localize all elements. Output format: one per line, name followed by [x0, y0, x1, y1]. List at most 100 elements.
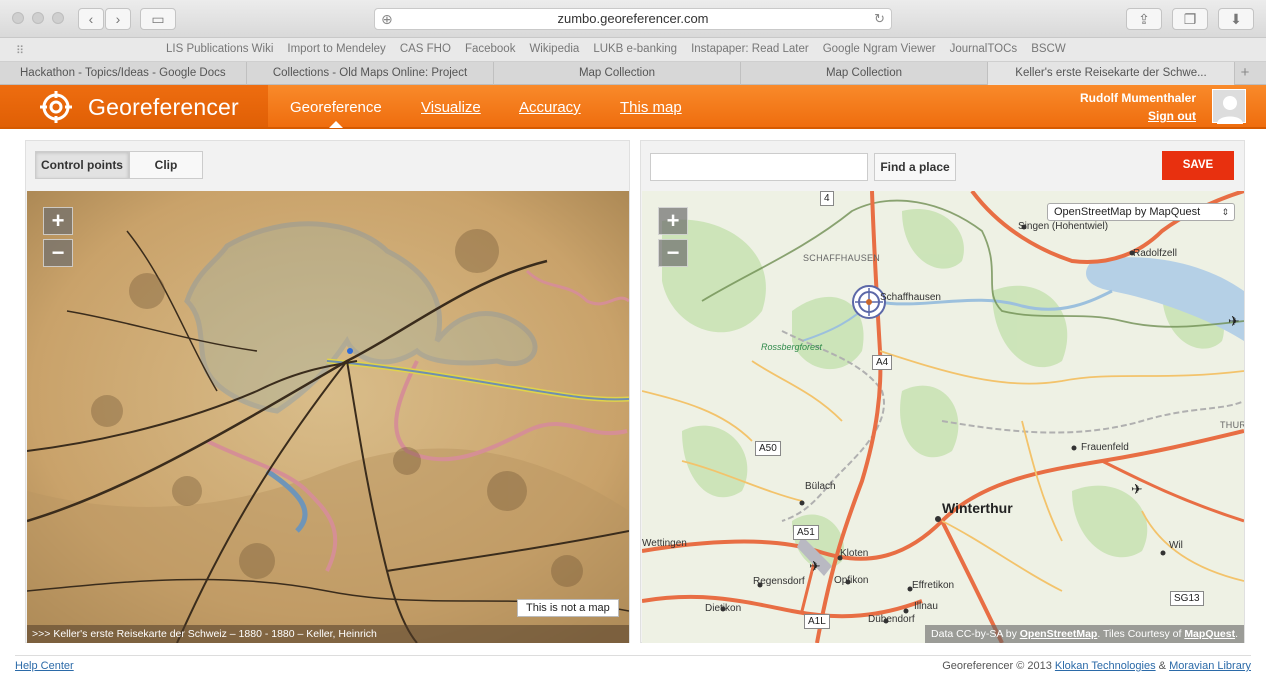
airport-icon: ✈: [809, 558, 821, 574]
tab-keller-map[interactable]: Keller's erste Reisekarte der Schwe...: [988, 62, 1235, 85]
not-a-map-button[interactable]: This is not a map: [517, 599, 619, 617]
browser-tabs: Hackathon - Topics/Ideas - Google Docs C…: [0, 62, 1266, 85]
label-dubendorf: Dübendorf: [868, 614, 915, 625]
bookmark-item[interactable]: Import to Mendeley: [287, 43, 385, 55]
label-schaffhausen-region: SCHAFFHAUSEN: [803, 253, 881, 263]
label-thur: THUR: [1220, 420, 1244, 430]
layer-select-value: OpenStreetMap by MapQuest: [1054, 206, 1201, 218]
save-button[interactable]: SAVE: [1162, 151, 1234, 180]
nav-accuracy[interactable]: Accuracy: [519, 99, 581, 116]
download-icon: ⬇: [1230, 11, 1242, 27]
app-name: Georeferencer: [88, 94, 239, 120]
url-text: zumbo.georeferencer.com: [557, 11, 709, 26]
road-shield-4: 4: [820, 191, 834, 206]
label-radolfzell: Radolfzell: [1133, 248, 1177, 259]
old-map-panel: Control points Clip + − This is not a ma…: [25, 140, 630, 643]
tabs-overview-button[interactable]: ❐: [1172, 8, 1208, 30]
help-center-link[interactable]: Help Center: [15, 660, 74, 672]
downloads-button[interactable]: ⬇: [1218, 8, 1254, 30]
back-button[interactable]: ‹: [78, 8, 104, 30]
moravian-link[interactable]: Moravian Library: [1169, 660, 1251, 672]
nav-georeference[interactable]: Georeference: [290, 99, 382, 116]
tab-collections[interactable]: Collections - Old Maps Online: Project: [247, 62, 494, 85]
grid-icon[interactable]: ⠿: [16, 44, 24, 57]
tabs-icon: ❐: [1183, 11, 1197, 27]
bookmark-item[interactable]: Instapaper: Read Later: [691, 43, 809, 55]
sign-out-link[interactable]: Sign out: [1148, 109, 1196, 123]
label-effretikon: Effretikon: [912, 580, 955, 591]
forward-button[interactable]: ›: [105, 8, 131, 30]
label-wil: Wil: [1169, 540, 1183, 551]
osm-link[interactable]: OpenStreetMap: [1020, 628, 1098, 640]
layer-select[interactable]: OpenStreetMap by MapQuest ⇕: [1047, 203, 1235, 221]
old-map-image[interactable]: [27, 191, 629, 643]
copyright: Georeferencer © 2013 Klokan Technologies…: [942, 660, 1251, 672]
road-shield-a4: A4: [872, 355, 893, 370]
user-name: Rudolf Mumenthaler: [1080, 91, 1196, 105]
mapquest-link[interactable]: MapQuest: [1184, 628, 1235, 640]
bookmark-item[interactable]: LIS Publications Wiki: [166, 43, 273, 55]
address-bar[interactable]: ⊕ zumbo.georeferencer.com ↻: [374, 8, 892, 30]
clip-button[interactable]: Clip: [129, 151, 203, 179]
bookmark-item[interactable]: JournalTOCs: [950, 43, 1018, 55]
road-shield-sg13: SG13: [1170, 591, 1204, 606]
old-map-view[interactable]: + − This is not a map >>> Keller's erste…: [27, 191, 629, 643]
klokan-link[interactable]: Klokan Technologies: [1055, 660, 1156, 672]
label-winterthur: Winterthur: [942, 500, 1013, 516]
reference-map-zoom-in-button[interactable]: +: [658, 207, 688, 235]
chevron-left-icon: ‹: [88, 11, 94, 27]
footer: Help Center Georeferencer © 2013 Klokan …: [15, 655, 1251, 672]
minimize-window-button[interactable]: [32, 12, 44, 24]
copyright-text: Georeferencer © 2013: [942, 660, 1052, 672]
old-map-zoom-in-button[interactable]: +: [43, 207, 73, 235]
chevron-updown-icon: ⇕: [1221, 207, 1229, 217]
airport-icon: ✈: [1131, 481, 1143, 497]
reference-map-view[interactable]: SCHAFFHAUSEN Schaffhausen Singen (Hohent…: [642, 191, 1244, 643]
reference-map-attribution: Data CC-by-SA by OpenStreetMap. Tiles Co…: [925, 625, 1244, 643]
old-map-zoom-out-button[interactable]: −: [43, 239, 73, 267]
active-nav-indicator: [329, 121, 343, 128]
label-schaffhausen: Schaffhausen: [880, 292, 941, 303]
control-points-button[interactable]: Control points: [35, 151, 129, 179]
road-shield-a1l: A1L: [804, 614, 830, 629]
reference-map-zoom-out-button[interactable]: −: [658, 239, 688, 267]
nav-visualize[interactable]: Visualize: [421, 99, 481, 116]
zoom-window-button[interactable]: [52, 12, 64, 24]
reference-map-toolbar: Find a place SAVE: [641, 141, 1244, 191]
share-icon: ⇪: [1138, 11, 1150, 27]
sidebar-toggle-button[interactable]: ▭: [140, 8, 176, 30]
share-button[interactable]: ⇪: [1126, 8, 1162, 30]
ampersand: &: [1158, 660, 1167, 672]
attribution-mid: . Tiles Courtesy of: [1097, 628, 1182, 640]
bookmark-item[interactable]: CAS FHO: [400, 43, 451, 55]
find-place-button[interactable]: Find a place: [874, 153, 956, 181]
tab-map-collection-1[interactable]: Map Collection: [494, 62, 741, 85]
bookmarks-bar: ⠿ LIS Publications Wiki Import to Mendel…: [0, 38, 1266, 62]
label-opfikon: Opfikon: [834, 575, 869, 586]
tab-hackathon[interactable]: Hackathon - Topics/Ideas - Google Docs: [0, 62, 247, 85]
logo[interactable]: Georeferencer: [0, 85, 268, 127]
place-search-input[interactable]: [650, 153, 868, 181]
label-singen: Singen (Hohentwiel): [1018, 221, 1109, 232]
airport-icon: ✈: [1228, 313, 1240, 329]
add-icon[interactable]: ⊕: [381, 9, 393, 29]
nav-this-map[interactable]: This map: [620, 99, 682, 116]
label-regensdorf: Regensdorf: [753, 576, 805, 587]
new-tab-icon[interactable]: +: [1235, 62, 1255, 84]
road-shield-a51: A51: [793, 525, 819, 540]
reload-icon[interactable]: ↻: [874, 9, 885, 29]
bookmark-item[interactable]: LUKB e-banking: [593, 43, 677, 55]
bookmark-item[interactable]: Wikipedia: [529, 43, 579, 55]
label-rossbergforest: Rossbergforest: [761, 342, 823, 352]
tab-map-collection-2[interactable]: Map Collection: [741, 62, 988, 85]
bookmark-item[interactable]: Google Ngram Viewer: [823, 43, 936, 55]
label-wettingen: Wettingen: [642, 538, 687, 549]
avatar[interactable]: [1212, 89, 1246, 124]
label-illnau: Illnau: [914, 601, 938, 612]
attribution-prefix: Data CC-by-SA by: [931, 628, 1017, 640]
old-map-attribution[interactable]: >>> Keller's erste Reisekarte der Schwei…: [27, 625, 629, 643]
close-window-button[interactable]: [12, 12, 24, 24]
bookmark-item[interactable]: Facebook: [465, 43, 516, 55]
bookmark-item[interactable]: BSCW: [1031, 43, 1066, 55]
chevron-right-icon: ›: [115, 11, 121, 27]
